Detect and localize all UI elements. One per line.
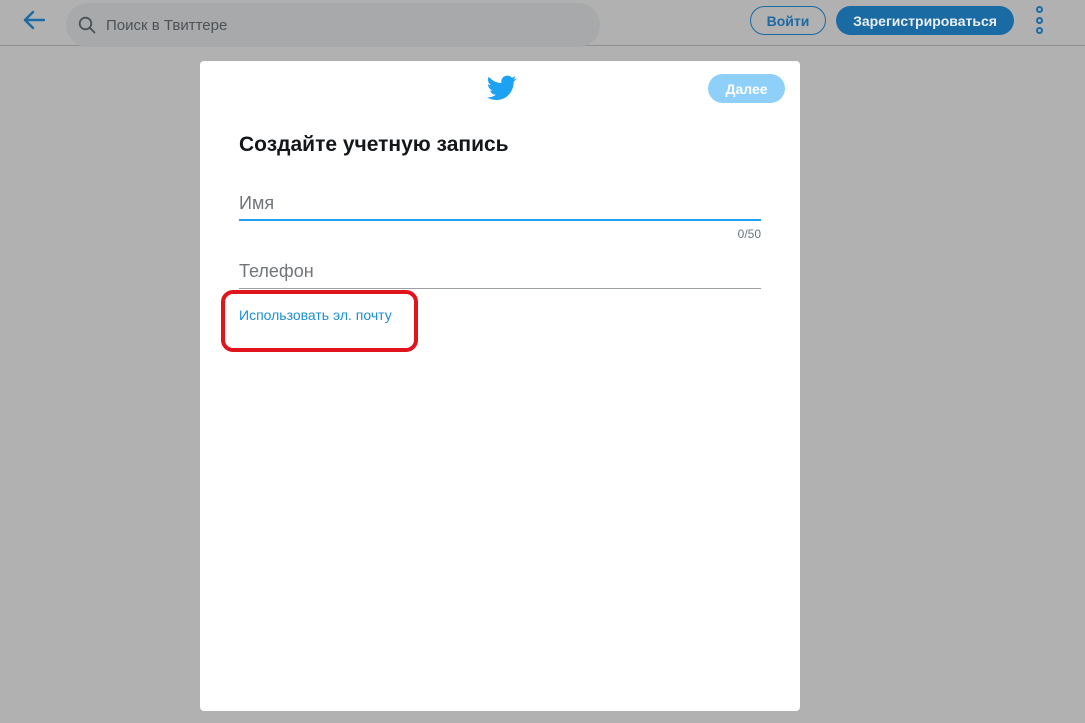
more-options-button[interactable] bbox=[1028, 4, 1050, 36]
vertical-dots-icon bbox=[1035, 27, 1043, 34]
login-button[interactable]: Войти bbox=[750, 6, 826, 35]
search-icon bbox=[78, 16, 96, 34]
search-box[interactable] bbox=[66, 3, 600, 47]
vertical-dots-icon bbox=[1035, 16, 1043, 24]
back-button[interactable] bbox=[20, 6, 48, 34]
phone-input[interactable] bbox=[239, 249, 761, 288]
phone-field[interactable] bbox=[239, 249, 761, 289]
name-char-counter: 0/50 bbox=[737, 227, 761, 241]
next-button[interactable]: Далее bbox=[708, 74, 785, 103]
vertical-dots-icon bbox=[1035, 6, 1043, 13]
twitter-bird-icon bbox=[487, 75, 517, 100]
use-email-link[interactable]: Использовать эл. почту bbox=[239, 307, 439, 323]
name-field[interactable] bbox=[239, 181, 761, 221]
top-navigation-bar: Войти Зарегистрироваться bbox=[0, 0, 1085, 47]
name-input[interactable] bbox=[239, 181, 761, 219]
search-input[interactable] bbox=[106, 3, 586, 47]
signup-modal: Далее Создайте учетную запись 0/50 Испол… bbox=[200, 61, 800, 711]
arrow-left-icon bbox=[23, 10, 45, 30]
page-title: Создайте учетную запись bbox=[239, 133, 509, 156]
signup-button[interactable]: Зарегистрироваться bbox=[836, 6, 1014, 35]
